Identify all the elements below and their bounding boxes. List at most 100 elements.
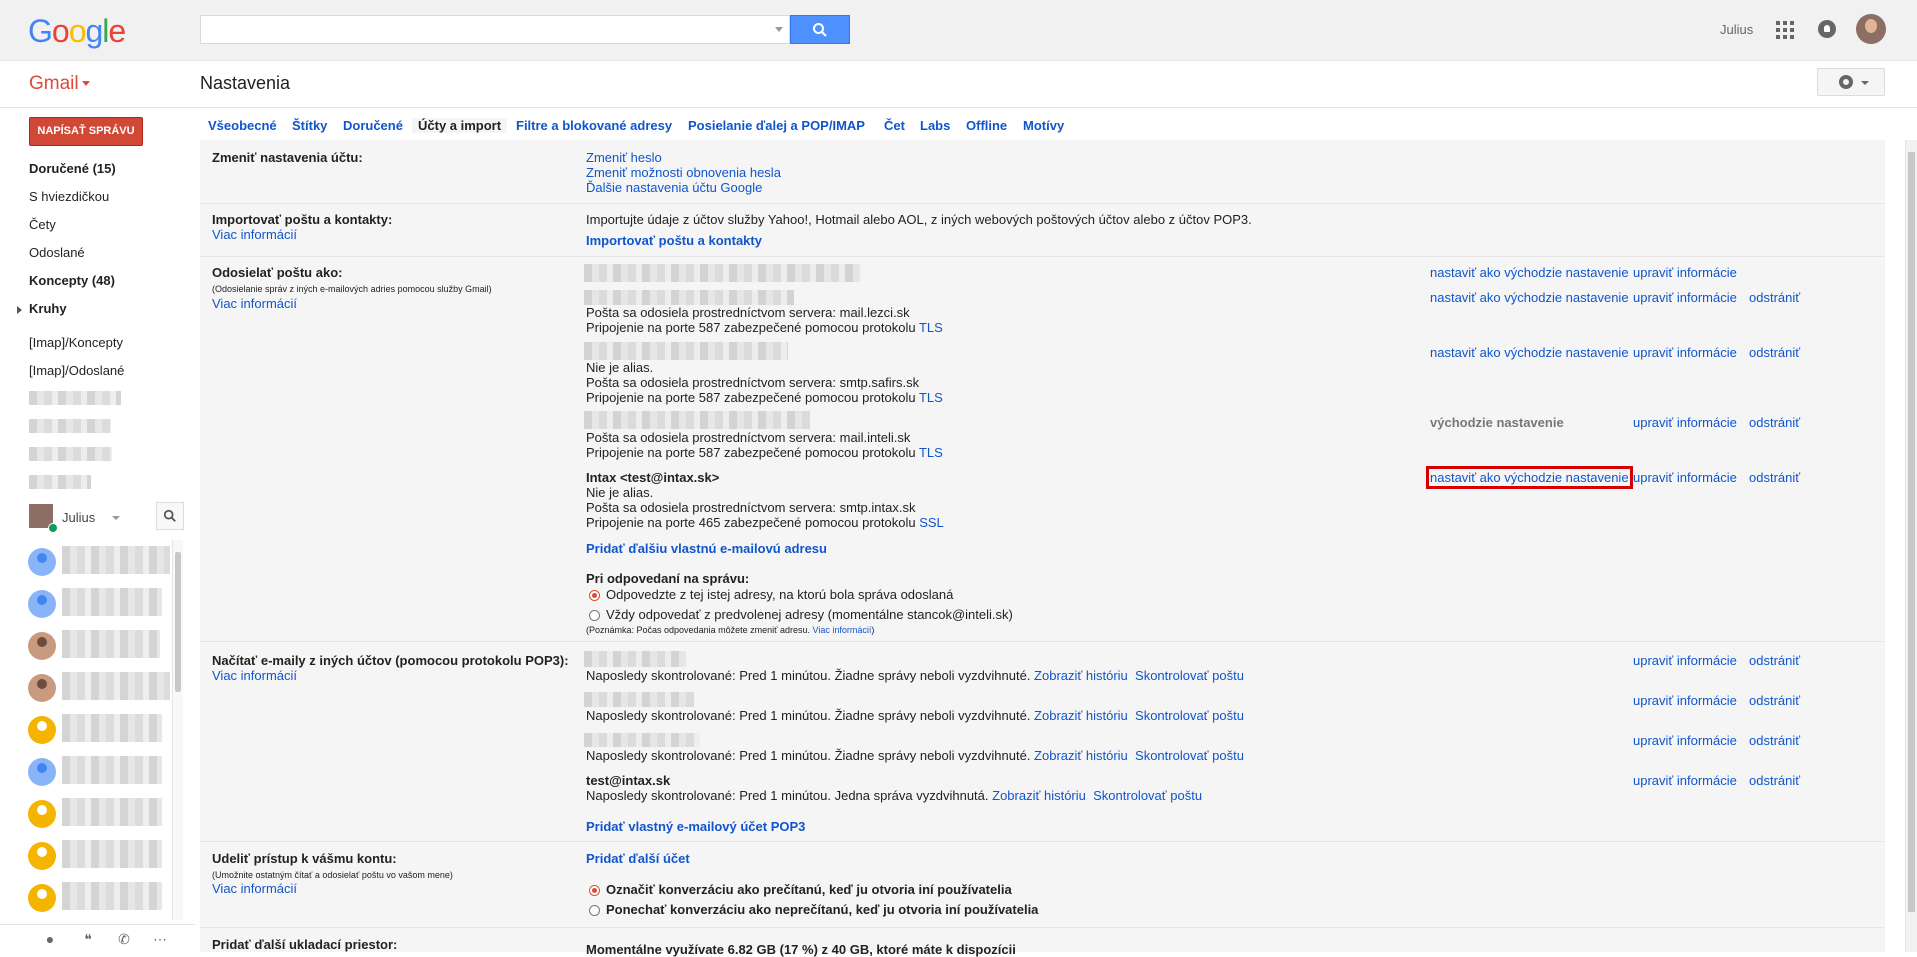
chat-scrollbar[interactable] [172,540,183,920]
sidebar-item-imap-sent[interactable]: [Imap]/Odoslané [29,363,124,378]
contact-avatar[interactable] [28,548,56,576]
contact-name-blurred[interactable] [62,756,162,784]
chevron-down-icon[interactable] [112,516,120,520]
remove-link[interactable]: odstrániť [1749,470,1800,485]
contact-avatar[interactable] [28,632,56,660]
tab-inbox[interactable]: Doručené [343,118,403,133]
expand-arrow-icon[interactable] [17,306,22,314]
add-another-account-link[interactable]: Pridať ďalší účet [586,851,690,866]
search-button[interactable] [790,15,850,44]
sidebar-item-chats[interactable]: Čety [29,217,56,232]
leave-unread-label[interactable]: Ponechať konverzáciu ako neprečítanú, ke… [606,902,1038,917]
import-mail-contacts-link[interactable]: Importovať poštu a kontakty [586,233,762,248]
sidebar-item-imap-drafts[interactable]: [Imap]/Koncepty [29,335,123,350]
protocol-link[interactable]: TLS [919,320,943,335]
set-default-link[interactable]: nastaviť ako východzie nastavenie [1426,466,1633,489]
check-mail-link[interactable]: Skontrolovať poštu [1135,708,1244,723]
add-email-address-link[interactable]: Pridať ďalšiu vlastnú e-mailovú adresu [586,541,827,556]
contacts-icon[interactable]: ● [42,931,58,947]
tab-themes[interactable]: Motívy [1023,118,1064,133]
hangouts-contact-icon[interactable] [28,800,56,828]
reply-same-address-radio[interactable] [589,590,600,601]
reply-default-address-label[interactable]: Vždy odpovedať z predvolenej adresy (mom… [606,607,1013,622]
account-avatar[interactable] [1856,14,1886,44]
show-history-link[interactable]: Zobraziť históriu [1034,708,1128,723]
tab-labels[interactable]: Štítky [292,118,327,133]
more-options-icon[interactable]: ⋯ [152,931,168,947]
tab-chat[interactable]: Čet [884,118,905,133]
reply-default-address-radio[interactable] [589,610,600,621]
phone-icon[interactable]: ✆ [116,931,132,947]
hangouts-contact-icon[interactable] [28,884,56,912]
contact-name-blurred[interactable] [62,840,162,868]
chat-user-name[interactable]: Julius [62,510,95,525]
leave-unread-radio[interactable] [589,905,600,916]
show-history-link[interactable]: Zobraziť históriu [992,788,1086,803]
tab-general[interactable]: Všeobecné [208,118,277,133]
search-options-icon[interactable] [775,27,783,32]
sidebar-item-blurred[interactable] [29,475,91,489]
edit-info-link[interactable]: upraviť informácie [1633,733,1737,748]
contact-name-blurred[interactable] [62,672,170,700]
sidebar-item-blurred[interactable] [29,447,112,461]
contact-name-blurred[interactable] [62,588,162,616]
edit-info-link[interactable]: upraviť informácie [1633,290,1737,305]
remove-link[interactable]: odstrániť [1749,653,1800,668]
mark-read-label[interactable]: Označiť konverzáciu ako prečítanú, keď j… [606,882,1012,897]
sidebar-item-blurred[interactable] [29,391,121,405]
check-mail-link[interactable]: Skontrolovať poštu [1093,788,1202,803]
contact-avatar[interactable] [28,758,56,786]
protocol-link[interactable]: TLS [919,390,943,405]
hangouts-contact-icon[interactable] [28,716,56,744]
mark-read-radio[interactable] [589,885,600,896]
gmail-menu[interactable]: Gmail [29,73,90,95]
show-history-link[interactable]: Zobraziť históriu [1034,668,1128,683]
page-scrollbar[interactable] [1905,140,1917,952]
search-input[interactable] [200,15,790,44]
contact-avatar[interactable] [28,674,56,702]
protocol-link[interactable]: TLS [919,445,943,460]
remove-link[interactable]: odstrániť [1749,693,1800,708]
notifications-icon[interactable] [1818,20,1836,38]
pop3-more-info-link[interactable]: Viac informácií [212,668,297,683]
sidebar-item-starred[interactable]: S hviezdičkou [29,189,109,204]
set-default-link[interactable]: nastaviť ako východzie nastavenie [1430,290,1629,305]
contact-name-blurred[interactable] [62,714,162,742]
compose-button[interactable]: NAPÍSAŤ SPRÁVU [29,117,143,146]
edit-info-link[interactable]: upraviť informácie [1633,653,1737,668]
send-as-more-info-link[interactable]: Viac informácií [212,296,297,311]
tab-offline[interactable]: Offline [966,118,1007,133]
settings-button[interactable] [1817,68,1885,96]
reply-same-address-label[interactable]: Odpovedzte z tej istej adresy, na ktorú … [606,587,953,602]
set-default-link[interactable]: nastaviť ako východzie nastavenie [1430,265,1629,280]
contact-name-blurred[interactable] [62,882,162,910]
change-password-link[interactable]: Zmeniť heslo [586,150,662,165]
contact-name-blurred[interactable] [62,798,162,826]
contact-avatar[interactable] [28,590,56,618]
remove-link[interactable]: odstrániť [1749,345,1800,360]
scrollbar-thumb[interactable] [175,552,181,692]
chat-search-button[interactable] [156,502,184,530]
edit-info-link[interactable]: upraviť informácie [1633,773,1737,788]
remove-link[interactable]: odstrániť [1749,290,1800,305]
contact-name-blurred[interactable] [62,630,160,658]
set-default-link[interactable]: nastaviť ako východzie nastavenie [1430,345,1629,360]
tab-accounts-import[interactable]: Účty a import [412,118,508,133]
sidebar-item-inbox[interactable]: Doručené (15) [29,161,116,176]
google-account-settings-link[interactable]: Ďalšie nastavenia účtu Google [586,180,762,195]
sidebar-item-circles[interactable]: Kruhy [29,301,67,316]
remove-link[interactable]: odstrániť [1749,773,1800,788]
google-logo[interactable]: Google [28,13,126,50]
user-name[interactable]: Julius [1720,22,1753,37]
contact-name-blurred[interactable] [62,546,170,574]
scrollbar-thumb[interactable] [1908,152,1915,912]
edit-info-link[interactable]: upraviť informácie [1633,693,1737,708]
hangouts-icon[interactable]: ❝ [80,931,96,947]
remove-link[interactable]: odstrániť [1749,415,1800,430]
add-pop3-account-link[interactable]: Pridať vlastný e-mailový účet POP3 [586,819,805,834]
check-mail-link[interactable]: Skontrolovať poštu [1135,668,1244,683]
import-more-info-link[interactable]: Viac informácií [212,227,297,242]
sidebar-item-sent[interactable]: Odoslané [29,245,85,260]
reply-more-info-link[interactable]: Viac informácií [813,625,872,635]
edit-info-link[interactable]: upraviť informácie [1633,415,1737,430]
